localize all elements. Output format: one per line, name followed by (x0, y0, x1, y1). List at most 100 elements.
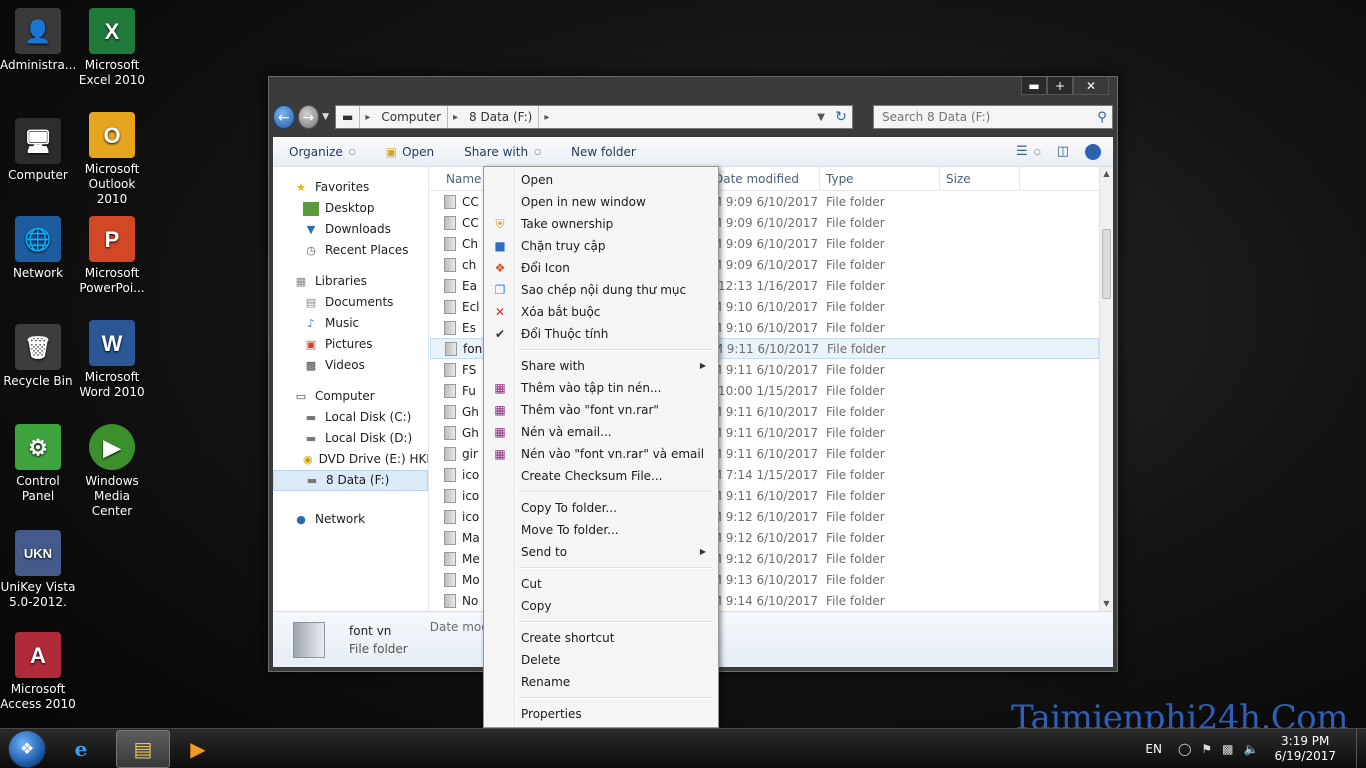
nav-recent-places[interactable]: ◷ Recent Places (273, 240, 428, 261)
toggle-icon[interactable]: ◯ (1178, 742, 1191, 756)
taskbar-windows-explorer[interactable]: ▤ (116, 729, 170, 768)
nav-computer[interactable]: ▭ Computer (273, 386, 428, 407)
network-tray-icon[interactable]: ▩ (1222, 742, 1233, 756)
preview-pane-icon[interactable]: ◫ (1057, 144, 1069, 159)
forward-button[interactable]: → (297, 105, 320, 129)
taskbar-media-player[interactable]: ▶ (178, 730, 218, 768)
menu-rename[interactable]: Rename (486, 671, 716, 693)
scroll-down-icon[interactable]: ▼ (1100, 597, 1113, 611)
scroll-thumb[interactable] (1102, 229, 1111, 299)
nav-label: Pictures (325, 337, 373, 351)
nav-desktop[interactable]: Desktop (273, 198, 428, 219)
winrar-icon: ▦ (494, 381, 506, 395)
file-name: Mo (462, 572, 480, 587)
menu-block-access[interactable]: ■ Chặn truy cập (486, 235, 716, 257)
nav-8-data-f[interactable]: ▬ 8 Data (F:) (273, 470, 428, 491)
breadcrumb-8-data[interactable]: 8 Data (F:) (463, 106, 540, 128)
maximize-button[interactable]: + (1047, 77, 1073, 95)
menu-move-to-folder[interactable]: Move To folder... (486, 519, 716, 541)
desktop-icon-unikey[interactable]: UKN UniKey Vista 5.0-2012. (0, 530, 76, 610)
menu-add-to-archive[interactable]: ▦ Thêm vào tập tin nén... (486, 377, 716, 399)
menu-copy-to-folder[interactable]: Copy To folder... (486, 497, 716, 519)
nav-documents[interactable]: ▤ Documents (273, 292, 428, 313)
view-options-icon[interactable]: ☰ (1016, 144, 1028, 159)
desktop-icon-administrator[interactable]: 👤 Administra... (0, 8, 76, 73)
menu-create-shortcut[interactable]: Create shortcut (486, 627, 716, 649)
taskbar-internet-explorer[interactable]: e (54, 730, 108, 768)
nav-local-disk-d[interactable]: ▬ Local Disk (D:) (273, 428, 428, 449)
menu-force-delete[interactable]: ✕ Xóa bắt buộc (486, 301, 716, 323)
close-button[interactable]: ✕ (1073, 77, 1109, 95)
breadcrumb-computer[interactable]: Computer (375, 106, 449, 128)
nav-libraries[interactable]: ▦ Libraries (273, 271, 428, 292)
desktop-icon-recycle-bin[interactable]: 🗑 Recycle Bin (0, 324, 76, 389)
minimize-button[interactable]: ▬ (1021, 77, 1047, 95)
file-type: File folder (826, 320, 885, 335)
recent-pages-dropdown[interactable]: ▼ (322, 112, 329, 122)
desktop-icon-computer[interactable]: 🖥 Computer (0, 118, 76, 183)
nav-pictures[interactable]: ▣ Pictures (273, 334, 428, 355)
menu-copy[interactable]: Copy (486, 595, 716, 617)
nav-network[interactable]: ● Network (273, 509, 428, 530)
address-dropdown-icon[interactable]: ▼ (812, 112, 830, 123)
menu-change-attributes[interactable]: ✔ Đổi Thuộc tính (486, 323, 716, 345)
menu-properties[interactable]: Properties (486, 703, 716, 725)
scroll-up-icon[interactable]: ▲ (1100, 167, 1113, 181)
vertical-scrollbar[interactable]: ▲ ▼ (1099, 167, 1113, 611)
address-bar[interactable]: ▬ ▸ Computer ▸ 8 Data (F:) ▸ ▼ ↻ (334, 105, 853, 129)
nav-favorites[interactable]: ★ Favorites (273, 177, 428, 198)
search-input[interactable] (881, 110, 1092, 124)
menu-take-ownership[interactable]: ⛨ Take ownership (486, 213, 716, 235)
view-dropdown-icon[interactable]: ○ (1034, 147, 1041, 156)
breadcrumb-chevron-icon[interactable]: ▸ (448, 112, 463, 123)
nav-dvd-drive-e[interactable]: ◉ DVD Drive (E:) HKBo (273, 449, 428, 470)
show-desktop-button[interactable] (1356, 728, 1366, 768)
help-icon[interactable]: ? (1085, 143, 1101, 160)
desktop-icon-powerpoint[interactable]: P Microsoft PowerPoi... (74, 216, 150, 296)
file-date: 6/10/2017 9:14 PM (708, 593, 818, 608)
share-with-button[interactable]: Share with ○ (464, 145, 541, 159)
context-menu: Open Open in new window ⛨ Take ownership … (483, 166, 719, 728)
desktop-icon-network[interactable]: 🌐 Network (0, 216, 76, 281)
desktop-icon-excel[interactable]: X Microsoft Excel 2010 (74, 8, 150, 88)
menu-create-checksum[interactable]: Create Checksum File... (486, 465, 716, 487)
open-button[interactable]: ▣ Open (386, 145, 434, 159)
breadcrumb-chevron-icon[interactable]: ▸ (360, 112, 375, 123)
menu-open[interactable]: Open (486, 169, 716, 191)
column-date-modified[interactable]: Date modified (708, 167, 820, 191)
desktop-icon-control-panel[interactable]: ⚙ Control Panel (0, 424, 76, 504)
menu-cut[interactable]: Cut (486, 573, 716, 595)
refresh-icon[interactable]: ↻ (830, 109, 852, 125)
organize-label: Organize (289, 144, 343, 159)
search-icon[interactable]: ⚲ (1092, 110, 1112, 125)
organize-button[interactable]: Organize ○ (289, 145, 356, 159)
nav-videos[interactable]: ▩ Videos (273, 355, 428, 376)
desktop-icon-media-center[interactable]: ▶ Windows Media Center (74, 424, 150, 519)
menu-copy-folder-contents[interactable]: ❐ Sao chép nội dung thư mục (486, 279, 716, 301)
column-size[interactable]: Size (940, 167, 1020, 191)
breadcrumb-chevron-icon[interactable]: ▸ (539, 112, 554, 123)
menu-send-to[interactable]: Send to ▶ (486, 541, 716, 563)
menu-add-to-rar[interactable]: ▦ Thêm vào "font vn.rar" (486, 399, 716, 421)
start-button[interactable]: ❖ (8, 729, 46, 768)
menu-share-with[interactable]: Share with ▶ (486, 355, 716, 377)
flag-icon[interactable]: ⚑ (1201, 742, 1212, 756)
menu-compress-email[interactable]: ▦ Nén và email... (486, 421, 716, 443)
desktop-icon-word[interactable]: W Microsoft Word 2010 (74, 320, 150, 400)
volume-icon[interactable]: 🔈 (1244, 742, 1259, 756)
desktop-icon-outlook[interactable]: O Microsoft Outlook 2010 (74, 112, 150, 207)
language-indicator[interactable]: EN (1145, 742, 1162, 756)
menu-open-new-window[interactable]: Open in new window (486, 191, 716, 213)
clock[interactable]: 3:19 PM 6/19/2017 (1274, 734, 1336, 764)
nav-downloads[interactable]: ▼ Downloads (273, 219, 428, 240)
nav-local-disk-c[interactable]: ▬ Local Disk (C:) (273, 407, 428, 428)
desktop-icon-access[interactable]: A Microsoft Access 2010 (0, 632, 76, 712)
details-type: File folder (349, 641, 408, 656)
menu-compress-rar-email[interactable]: ▦ Nén vào "font vn.rar" và email (486, 443, 716, 465)
back-button[interactable]: ← (273, 105, 295, 129)
menu-delete[interactable]: Delete (486, 649, 716, 671)
new-folder-button[interactable]: New folder (571, 145, 636, 159)
column-type[interactable]: Type (820, 167, 940, 191)
menu-change-icon[interactable]: ❖ Đổi Icon (486, 257, 716, 279)
nav-music[interactable]: ♪ Music (273, 313, 428, 334)
